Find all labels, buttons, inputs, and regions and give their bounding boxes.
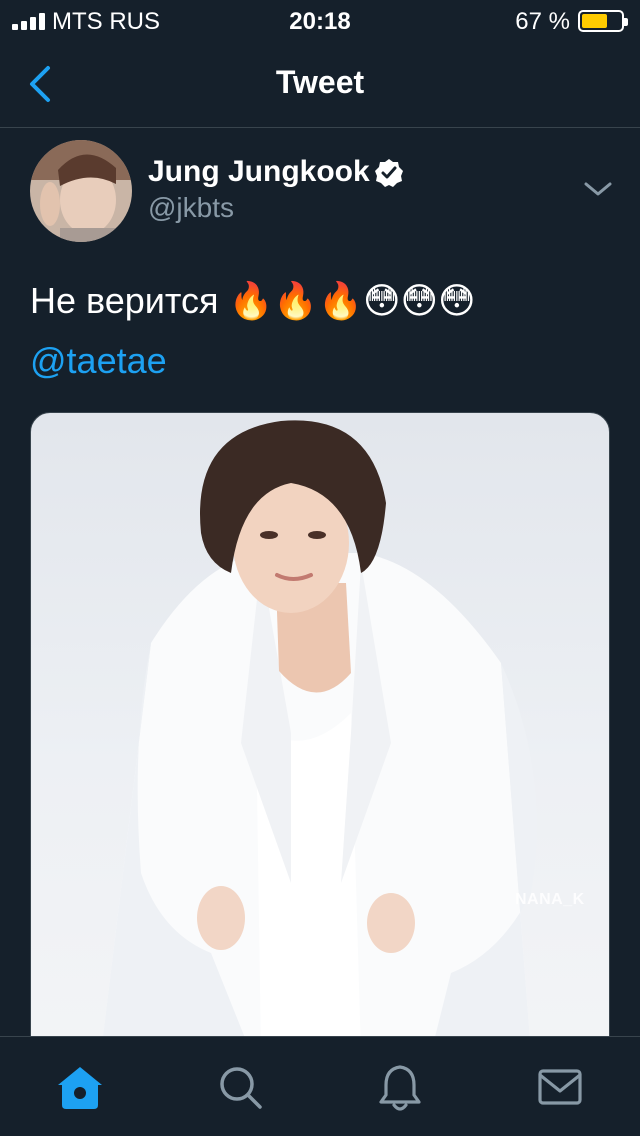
tab-home[interactable] <box>52 1059 108 1115</box>
bottom-tab-bar <box>0 1036 640 1136</box>
mention-link[interactable]: @taetae <box>30 338 167 384</box>
author-handle[interactable]: @jkbts <box>148 192 234 224</box>
avatar[interactable] <box>30 140 132 242</box>
tab-search[interactable] <box>212 1059 268 1115</box>
navigation-bar: Tweet <box>0 40 640 128</box>
tweet-options-button[interactable] <box>578 172 618 208</box>
battery-icon <box>578 10 628 32</box>
tab-notifications[interactable] <box>372 1059 428 1115</box>
chevron-down-icon <box>584 182 612 196</box>
verified-badge-icon <box>375 159 403 187</box>
status-bar: MTS RUS 20:18 67 % <box>0 0 640 40</box>
photo-of-person <box>101 420 537 1051</box>
bell-icon <box>379 1065 421 1111</box>
battery-level-fill <box>582 14 608 28</box>
mail-icon <box>538 1069 582 1105</box>
author-display-name[interactable]: Jung Jungkook <box>148 155 370 189</box>
tweet-media-image[interactable]: NANA_K <box>30 412 610 1052</box>
battery-percent: 67 % <box>515 8 570 35</box>
home-icon <box>58 1067 102 1109</box>
tweet-text: Не верится 🔥🔥🔥😳😳😳 <box>30 280 476 321</box>
tab-messages[interactable] <box>532 1059 588 1115</box>
search-icon <box>220 1067 262 1109</box>
image-watermark: NANA_K <box>515 891 585 908</box>
avatar-image <box>30 140 132 242</box>
page-title: Tweet <box>275 64 365 100</box>
tweet-detail-screen: MTS RUS 20:18 67 % Tweet Jung Jungkook @… <box>0 0 640 1136</box>
